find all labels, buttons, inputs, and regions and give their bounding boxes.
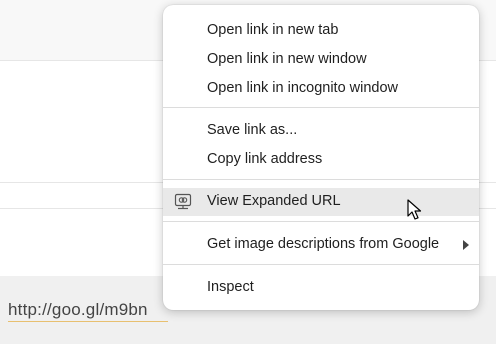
link-underline (8, 321, 168, 322)
menu-item-image-descriptions[interactable]: Get image descriptions from Google (163, 231, 479, 259)
menu-separator (163, 179, 479, 180)
shortened-link[interactable]: http://goo.gl/m9bn (8, 300, 148, 320)
menu-separator (163, 107, 479, 108)
menu-item-inspect[interactable]: Inspect (163, 274, 479, 302)
menu-item-open-new-tab[interactable]: Open link in new tab (163, 17, 479, 45)
mouse-pointer-icon (407, 199, 423, 221)
menu-item-label: Open link in new tab (207, 22, 339, 38)
menu-item-open-new-window[interactable]: Open link in new window (163, 46, 479, 74)
menu-item-label: Inspect (207, 279, 254, 295)
menu-item-label: Open link in new window (207, 51, 367, 67)
menu-item-save-link-as[interactable]: Save link as... (163, 117, 479, 145)
menu-item-copy-link-address[interactable]: Copy link address (163, 146, 479, 174)
menu-item-label: Get image descriptions from Google (207, 236, 440, 252)
menu-item-label: Open link in incognito window (207, 80, 399, 96)
menu-item-open-incognito[interactable]: Open link in incognito window (163, 75, 479, 103)
menu-separator (163, 221, 479, 222)
menu-separator (163, 264, 479, 265)
menu-item-label: View Expanded URL (207, 193, 341, 209)
menu-item-label: Copy link address (207, 151, 323, 167)
menu-item-label: Save link as... (207, 122, 298, 138)
menu-item-view-expanded-url[interactable]: View Expanded URL (163, 188, 479, 216)
chevron-right-icon (463, 240, 469, 250)
context-menu: Open link in new tab Open link in new wi… (163, 5, 479, 310)
network-link-icon (173, 192, 193, 212)
